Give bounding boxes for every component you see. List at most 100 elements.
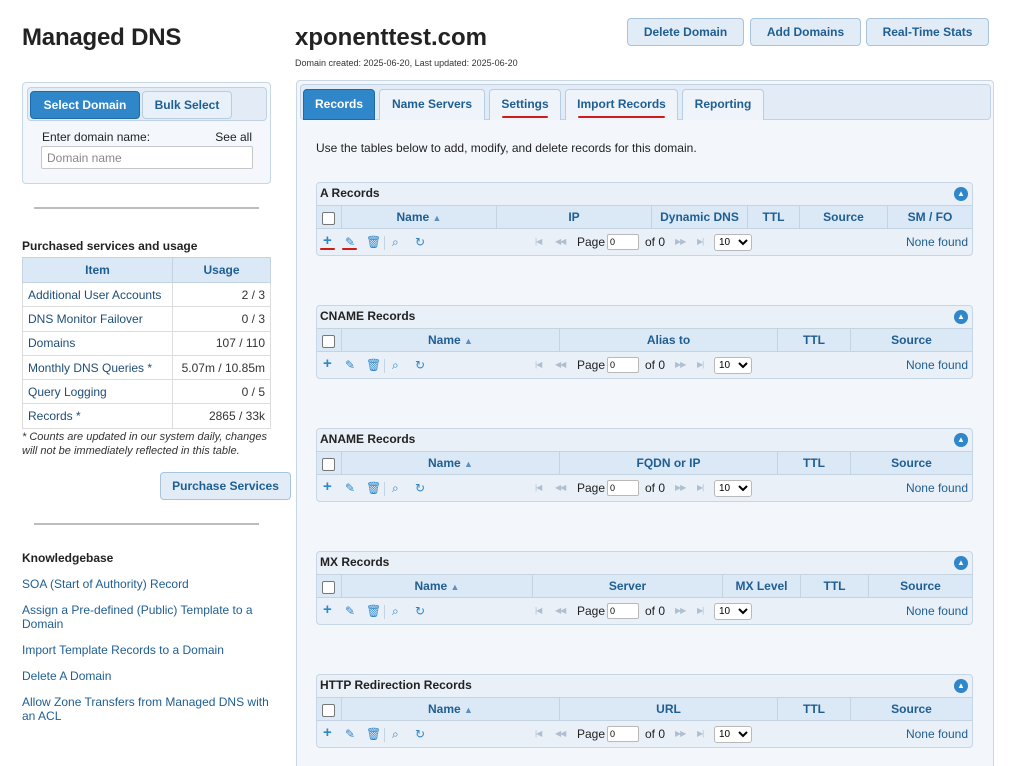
page-number-input[interactable] [607,603,639,619]
refresh-icon[interactable]: ↻ [415,358,425,372]
rows-per-page-select[interactable]: 10 [714,480,752,497]
collapse-icon[interactable]: ▲ [954,433,968,447]
delete-icon[interactable]: 🗑 [366,604,381,618]
last-page-icon[interactable]: ▶| [697,483,704,492]
column-header-source[interactable]: Source [850,329,972,351]
delete-icon[interactable]: 🗑 [366,235,381,249]
delete-icon[interactable]: 🗑 [366,481,381,495]
collapse-icon[interactable]: ▲ [954,556,968,570]
next-page-icon[interactable]: ▶▶ [675,237,686,246]
tab-bulk-select[interactable]: Bulk Select [142,91,232,119]
column-header-source[interactable]: Source [850,452,972,474]
first-page-icon[interactable]: |◀ [535,729,542,738]
column-header-dynamic-dns[interactable]: Dynamic DNS [651,206,747,228]
select-all-checkbox[interactable] [322,212,335,225]
refresh-icon[interactable]: ↻ [415,235,425,249]
rows-per-page-select[interactable]: 10 [714,726,752,743]
collapse-icon[interactable]: ▲ [954,679,968,693]
add-icon[interactable]: + [323,478,332,495]
tab-records[interactable]: Records [303,89,375,120]
column-header-ttl[interactable]: TTL [777,329,850,351]
rows-per-page-select[interactable]: 10 [714,357,752,374]
column-header-ttl[interactable]: TTL [747,206,799,228]
select-all-checkbox[interactable] [322,704,335,717]
real-time-stats-button[interactable]: Real-Time Stats [866,18,989,46]
column-header-url[interactable]: URL [559,698,777,720]
tab-import-records[interactable]: Import Records [565,89,678,120]
column-header-ttl[interactable]: TTL [777,452,850,474]
edit-icon[interactable]: ✎ [345,358,355,372]
see-all-link[interactable]: See all [215,130,252,144]
page-number-input[interactable] [607,726,639,742]
collapse-icon[interactable]: ▲ [954,187,968,201]
last-page-icon[interactable]: ▶| [697,606,704,615]
add-icon[interactable]: + [323,232,332,249]
column-header-mx-level[interactable]: MX Level [722,575,800,597]
first-page-icon[interactable]: |◀ [535,237,542,246]
next-page-icon[interactable]: ▶▶ [675,729,686,738]
column-header-server[interactable]: Server [532,575,722,597]
page-number-input[interactable] [607,234,639,250]
last-page-icon[interactable]: ▶| [697,360,704,369]
column-header-alias-to[interactable]: Alias to [559,329,777,351]
search-icon[interactable]: ⌕ [392,235,399,250]
tab-reporting[interactable]: Reporting [682,89,764,120]
column-header-name[interactable]: Name ▲ [341,575,532,597]
column-header-source[interactable]: Source [868,575,972,597]
column-header-ttl[interactable]: TTL [777,698,850,720]
column-header-ttl[interactable]: TTL [800,575,868,597]
edit-icon[interactable]: ✎ [345,481,355,495]
column-header-name[interactable]: Name ▲ [341,452,559,474]
add-domains-button[interactable]: Add Domains [750,18,861,46]
edit-icon[interactable]: ✎ [345,604,355,618]
collapse-icon[interactable]: ▲ [954,310,968,324]
purchase-services-button[interactable]: Purchase Services [160,472,291,500]
select-all-checkbox[interactable] [322,335,335,348]
first-page-icon[interactable]: |◀ [535,606,542,615]
add-icon[interactable]: + [323,724,332,741]
tab-name-servers[interactable]: Name Servers [379,89,485,120]
first-page-icon[interactable]: |◀ [535,360,542,369]
delete-icon[interactable]: 🗑 [366,727,381,741]
column-header-source[interactable]: Source [850,698,972,720]
edit-icon[interactable]: ✎ [345,235,355,249]
prev-page-icon[interactable]: ◀◀ [555,606,566,615]
edit-icon[interactable]: ✎ [345,727,355,741]
column-header-ip[interactable]: IP [496,206,651,228]
delete-icon[interactable]: 🗑 [366,358,381,372]
kb-link-delete-domain[interactable]: Delete A Domain [22,669,272,683]
search-icon[interactable]: ⌕ [392,604,399,619]
domain-name-input[interactable] [41,146,253,169]
delete-domain-button[interactable]: Delete Domain [627,18,744,46]
refresh-icon[interactable]: ↻ [415,481,425,495]
next-page-icon[interactable]: ▶▶ [675,360,686,369]
add-icon[interactable]: + [323,601,332,618]
next-page-icon[interactable]: ▶▶ [675,483,686,492]
select-all-checkbox[interactable] [322,458,335,471]
prev-page-icon[interactable]: ◀◀ [555,729,566,738]
kb-link-import-template[interactable]: Import Template Records to a Domain [22,643,272,657]
refresh-icon[interactable]: ↻ [415,604,425,618]
column-header-name[interactable]: Name ▲ [341,329,559,351]
prev-page-icon[interactable]: ◀◀ [555,483,566,492]
next-page-icon[interactable]: ▶▶ [675,606,686,615]
column-header-name[interactable]: Name ▲ [341,206,496,228]
refresh-icon[interactable]: ↻ [415,727,425,741]
prev-page-icon[interactable]: ◀◀ [555,360,566,369]
last-page-icon[interactable]: ▶| [697,237,704,246]
last-page-icon[interactable]: ▶| [697,729,704,738]
column-header-name[interactable]: Name ▲ [341,698,559,720]
search-icon[interactable]: ⌕ [392,727,399,742]
rows-per-page-select[interactable]: 10 [714,234,752,251]
column-header-fqdn-or-ip[interactable]: FQDN or IP [559,452,777,474]
rows-per-page-select[interactable]: 10 [714,603,752,620]
search-icon[interactable]: ⌕ [392,358,399,373]
first-page-icon[interactable]: |◀ [535,483,542,492]
prev-page-icon[interactable]: ◀◀ [555,237,566,246]
add-icon[interactable]: + [323,355,332,372]
tab-select-domain[interactable]: Select Domain [30,91,140,119]
column-header-sm-fo[interactable]: SM / FO [887,206,972,228]
page-number-input[interactable] [607,480,639,496]
kb-link-zone-transfers[interactable]: Allow Zone Transfers from Managed DNS wi… [22,695,272,723]
column-header-source[interactable]: Source [799,206,887,228]
